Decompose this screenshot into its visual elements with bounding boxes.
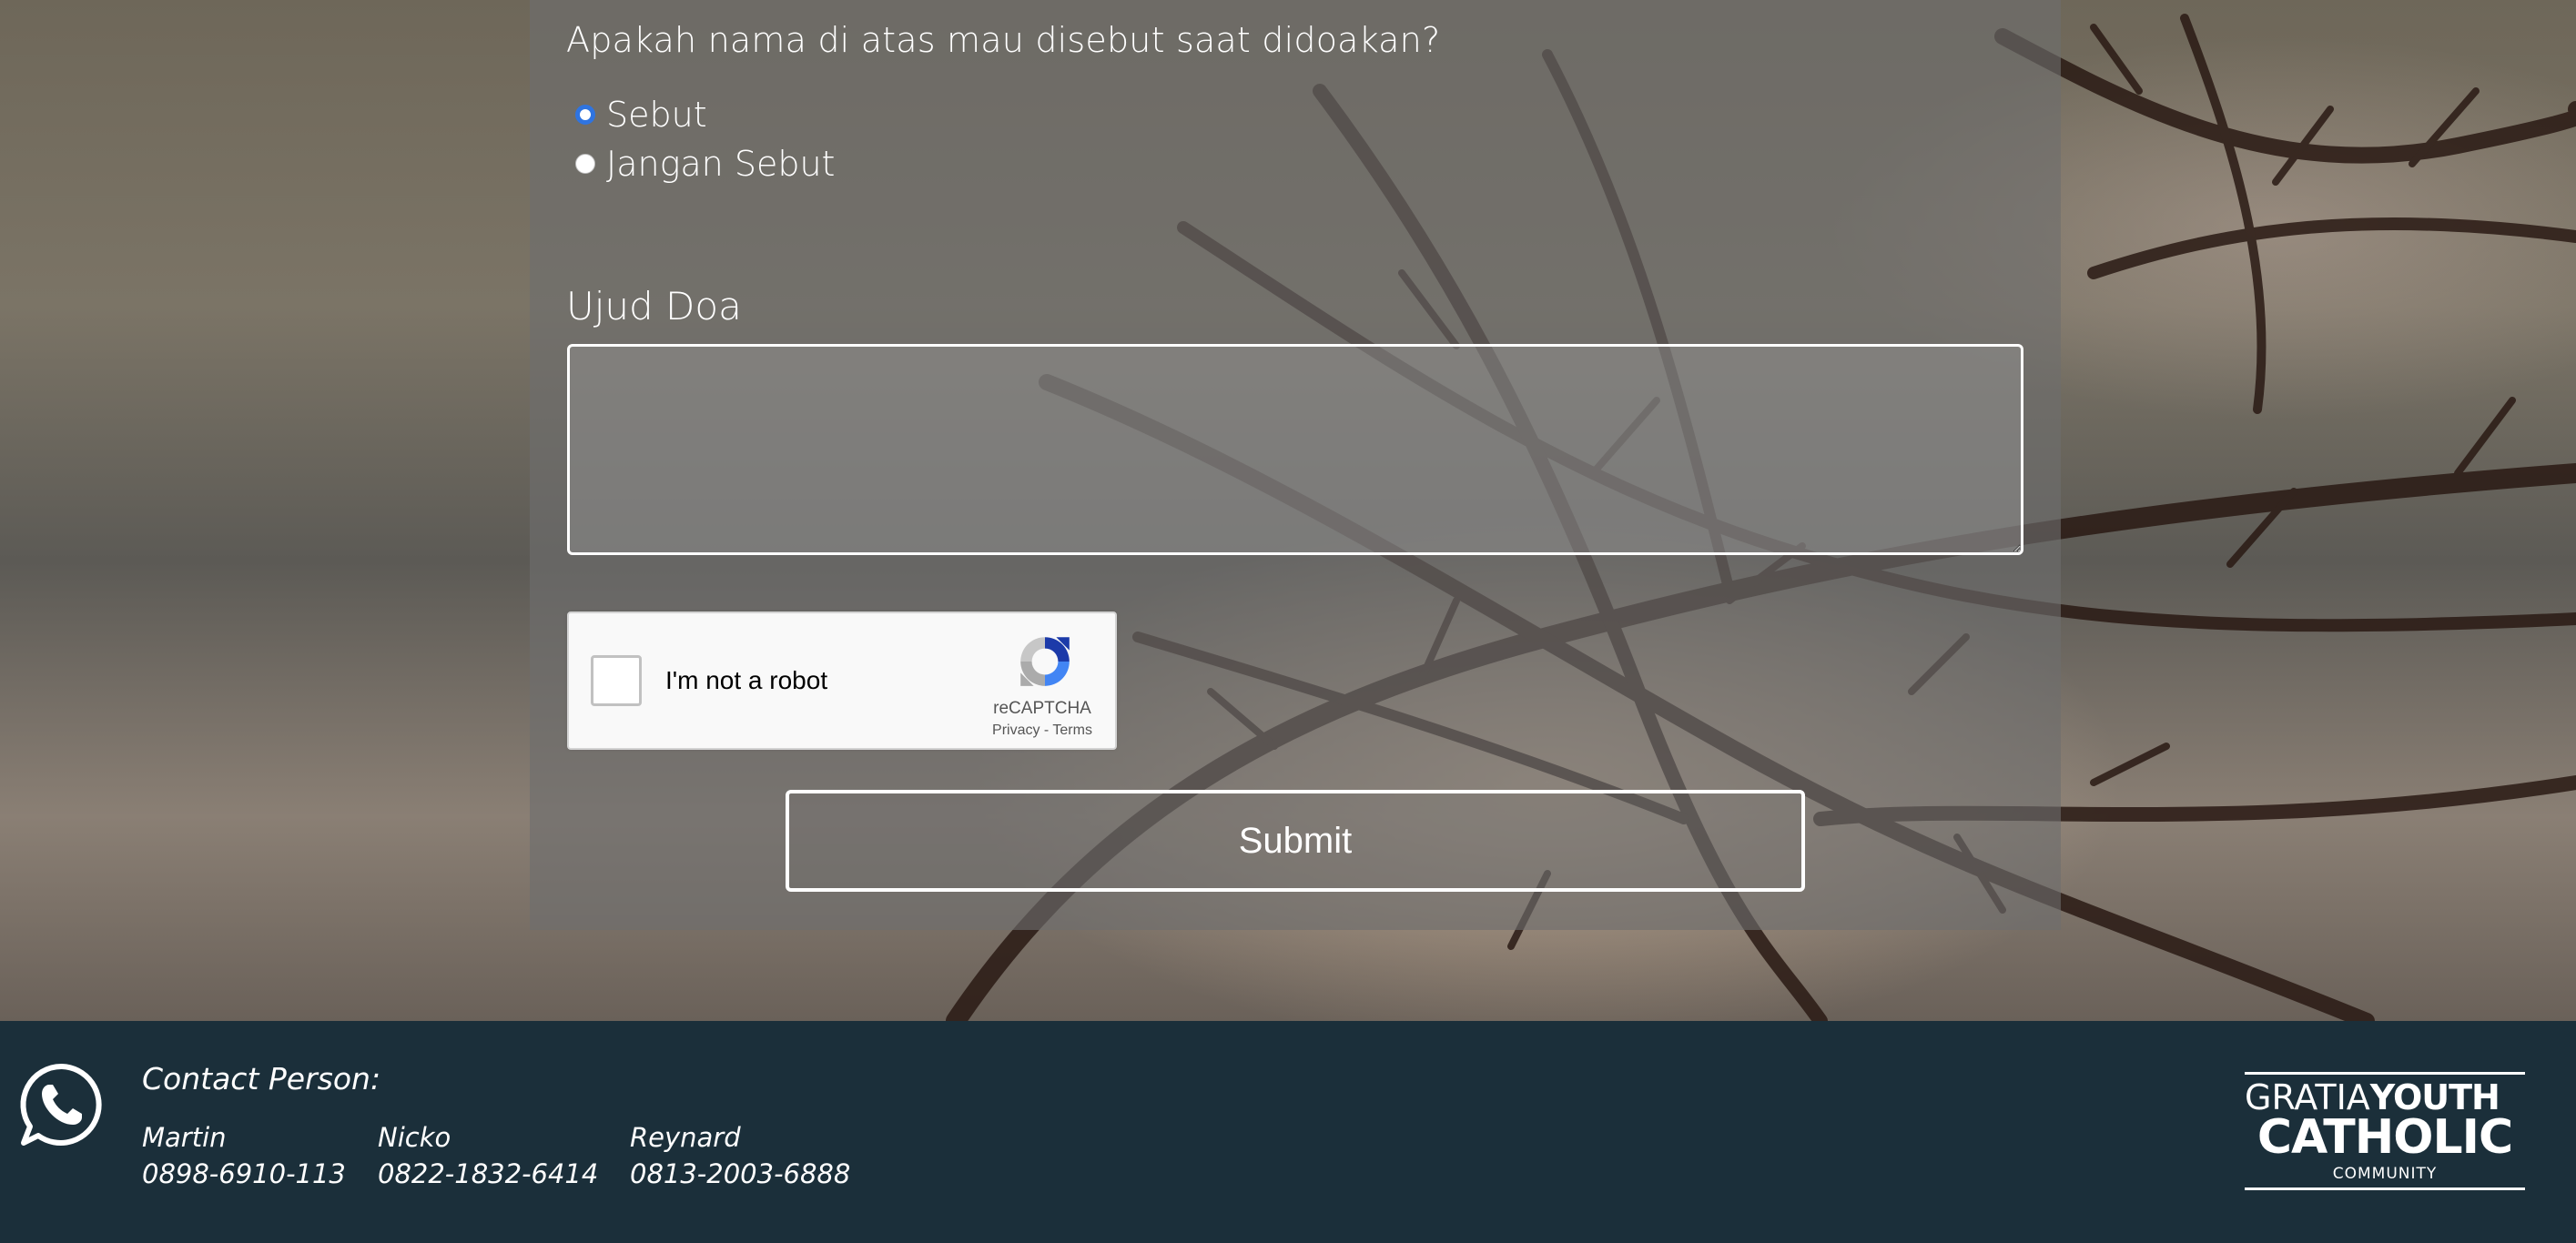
gratia-youth-catholic-community-logo: GRATIAYOUTH CATHOLIC COMMUNITY <box>2245 1072 2525 1190</box>
recaptcha-widget: I'm not a robot reCAPTCHA Privacy - Term… <box>567 611 1117 750</box>
mention-name-question: Apakah nama di atas mau disebut saat did… <box>566 20 1441 60</box>
contact-person-title: Contact Person: <box>142 1061 381 1096</box>
contact-phone: 0813-2003-6888 <box>630 1158 851 1189</box>
recaptcha-brand: reCAPTCHA <box>993 699 1091 718</box>
logo-rule-top <box>2245 1072 2525 1075</box>
recaptcha-logo-icon <box>1020 637 1070 686</box>
page: Apakah nama di atas mau disebut saat did… <box>0 0 2576 1243</box>
recaptcha-privacy-link[interactable]: Privacy <box>992 723 1040 738</box>
contact-nicko: Nicko 0822-1832-6414 <box>378 1119 598 1192</box>
prayer-intention-textarea[interactable] <box>567 344 2023 555</box>
recaptcha-label: I'm not a robot <box>665 666 828 694</box>
radio-label-sebut: Sebut <box>606 95 707 135</box>
recaptcha-terms-link[interactable]: Terms <box>1052 723 1092 738</box>
footer: Contact Person: Martin 0898-6910-113 Nic… <box>0 1021 2576 1243</box>
logo-community: COMMUNITY <box>2332 1165 2438 1183</box>
radio-option-sebut[interactable]: Sebut <box>575 95 707 135</box>
radio-option-jangan-sebut[interactable]: Jangan Sebut <box>575 144 835 184</box>
logo-rule-bottom <box>2245 1187 2525 1190</box>
recaptcha-checkbox[interactable] <box>591 655 642 706</box>
radio-button-sebut[interactable] <box>575 105 595 125</box>
prayer-intention-label: Ujud Doa <box>566 284 742 328</box>
recaptcha-links: Privacy - Terms <box>969 723 1115 739</box>
recaptcha-links-separator: - <box>1040 723 1053 738</box>
contact-reynard: Reynard 0813-2003-6888 <box>630 1119 850 1192</box>
contact-name: Nicko <box>378 1122 451 1153</box>
contact-name: Reynard <box>630 1122 741 1153</box>
contact-phone: 0822-1832-6414 <box>378 1158 599 1189</box>
logo-catholic: CATHOLIC <box>2257 1110 2513 1165</box>
radio-label-jangan-sebut: Jangan Sebut <box>606 144 836 184</box>
contact-phone: 0898-6910-113 <box>142 1158 346 1189</box>
whatsapp-icon <box>20 1063 102 1146</box>
radio-button-jangan-sebut[interactable] <box>575 154 595 174</box>
contact-name: Martin <box>142 1122 227 1153</box>
contact-martin: Martin 0898-6910-113 <box>142 1119 346 1192</box>
submit-button[interactable]: Submit <box>786 790 1805 892</box>
